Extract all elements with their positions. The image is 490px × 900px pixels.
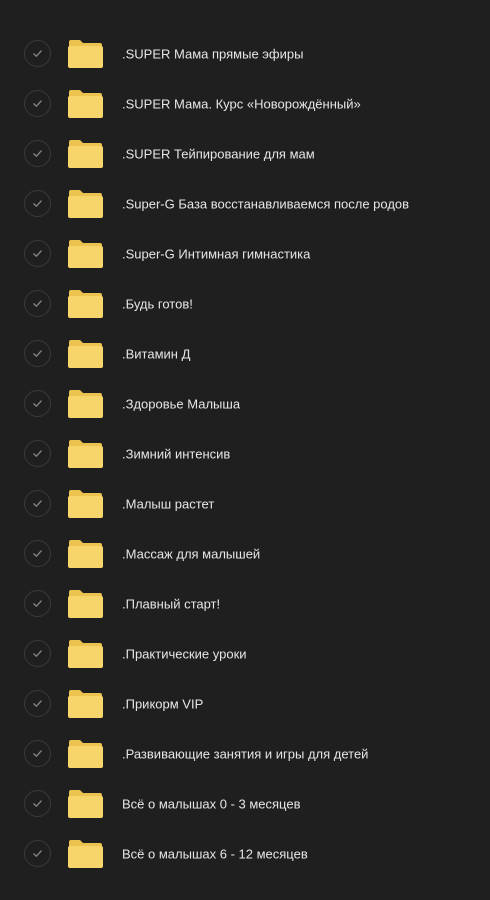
folder-name: .Super-G База восстанавливаемся после ро…: [122, 196, 410, 212]
checkmark-icon: [33, 850, 42, 857]
folder-icon: [67, 189, 104, 219]
checkmark-icon: [33, 400, 42, 407]
folder-name: .SUPER Мама. Курс «Новорождённый»: [122, 96, 361, 112]
folder-name: .Массаж для малышей: [122, 546, 261, 562]
folder-name: .Super-G Интимная гимнастика: [122, 246, 311, 262]
select-checkbox[interactable]: [24, 40, 51, 67]
folder-row[interactable]: .Развивающие занятия и игры для детей: [0, 729, 490, 779]
folder-name: Всё о малышах 6 - 12 месяцев: [122, 846, 308, 862]
select-checkbox[interactable]: [24, 690, 51, 717]
checkmark-icon: [33, 550, 42, 557]
folder-icon: [67, 389, 104, 419]
folder-row[interactable]: .SUPER Мама прямые эфиры: [0, 29, 490, 79]
folder-row[interactable]: Всё о малышах 0 - 3 месяцев: [0, 779, 490, 829]
folder-name: .Здоровье Малыша: [122, 396, 241, 412]
folder-name: .Зимний интенсив: [122, 446, 231, 462]
select-checkbox[interactable]: [24, 440, 51, 467]
folder-icon: [67, 39, 104, 69]
select-checkbox[interactable]: [24, 240, 51, 267]
folder-name: .Будь готов!: [122, 296, 193, 312]
folder-name: .Развивающие занятия и игры для детей: [122, 746, 369, 762]
folder-name: .Малыш растет: [122, 496, 215, 512]
select-checkbox[interactable]: [24, 840, 51, 867]
select-checkbox[interactable]: [24, 740, 51, 767]
folder-name: .Плавный старт!: [122, 596, 221, 612]
checkmark-icon: [33, 300, 42, 307]
folder-icon: [67, 839, 104, 869]
select-checkbox[interactable]: [24, 540, 51, 567]
checkmark-icon: [33, 50, 42, 57]
select-checkbox[interactable]: [24, 340, 51, 367]
folder-icon: [67, 639, 104, 669]
select-checkbox[interactable]: [24, 140, 51, 167]
folder-row[interactable]: .Витамин Д: [0, 329, 490, 379]
select-checkbox[interactable]: [24, 490, 51, 517]
select-checkbox[interactable]: [24, 390, 51, 417]
folder-row[interactable]: .SUPER Тейпирование для мам: [0, 129, 490, 179]
checkmark-icon: [33, 600, 42, 607]
folder-icon: [67, 89, 104, 119]
checkmark-icon: [33, 250, 42, 257]
select-checkbox[interactable]: [24, 640, 51, 667]
folder-name: Всё о малышах 0 - 3 месяцев: [122, 796, 301, 812]
folder-name: .SUPER Мама прямые эфиры: [122, 46, 304, 62]
select-checkbox[interactable]: [24, 290, 51, 317]
folder-row[interactable]: .SUPER Мама. Курс «Новорождённый»: [0, 79, 490, 129]
select-checkbox[interactable]: [24, 790, 51, 817]
folder-icon: [67, 339, 104, 369]
folder-icon: [67, 489, 104, 519]
folder-row[interactable]: .Будь готов!: [0, 279, 490, 329]
checkmark-icon: [33, 700, 42, 707]
folder-row[interactable]: Всё о малышах 6 - 12 месяцев: [0, 829, 490, 879]
folder-row[interactable]: .Массаж для малышей: [0, 529, 490, 579]
checkmark-icon: [33, 150, 42, 157]
folder-row[interactable]: .Плавный старт!: [0, 579, 490, 629]
folder-icon: [67, 139, 104, 169]
checkmark-icon: [33, 450, 42, 457]
folder-row[interactable]: .Super-G Интимная гимнастика: [0, 229, 490, 279]
folder-icon: [67, 289, 104, 319]
folder-name: .Практические уроки: [122, 646, 247, 662]
folder-icon: [67, 589, 104, 619]
folder-icon: [67, 239, 104, 269]
checkmark-icon: [33, 500, 42, 507]
folder-icon: [67, 739, 104, 769]
checkmark-icon: [33, 650, 42, 657]
folder-row[interactable]: .Малыш растет: [0, 479, 490, 529]
folder-name: .Прикорм VIP: [122, 696, 204, 712]
folder-icon: [67, 439, 104, 469]
folder-row[interactable]: .Super-G База восстанавливаемся после ро…: [0, 179, 490, 229]
folder-name: .Витамин Д: [122, 346, 191, 362]
checkmark-icon: [33, 800, 42, 807]
folder-name: .SUPER Тейпирование для мам: [122, 146, 315, 162]
checkmark-icon: [33, 100, 42, 107]
folder-icon: [67, 689, 104, 719]
select-checkbox[interactable]: [24, 90, 51, 117]
select-checkbox[interactable]: [24, 190, 51, 217]
folder-icon: [67, 539, 104, 569]
folder-row[interactable]: .Здоровье Малыша: [0, 379, 490, 429]
checkmark-icon: [33, 200, 42, 207]
checkmark-icon: [33, 750, 42, 757]
checkmark-icon: [33, 350, 42, 357]
select-checkbox[interactable]: [24, 590, 51, 617]
folder-row[interactable]: .Зимний интенсив: [0, 429, 490, 479]
folder-row[interactable]: .Прикорм VIP: [0, 679, 490, 729]
folder-list: .SUPER Мама прямые эфиры .SUPER Мама. Кур…: [0, 29, 490, 879]
folder-row[interactable]: .Практические уроки: [0, 629, 490, 679]
folder-icon: [67, 789, 104, 819]
